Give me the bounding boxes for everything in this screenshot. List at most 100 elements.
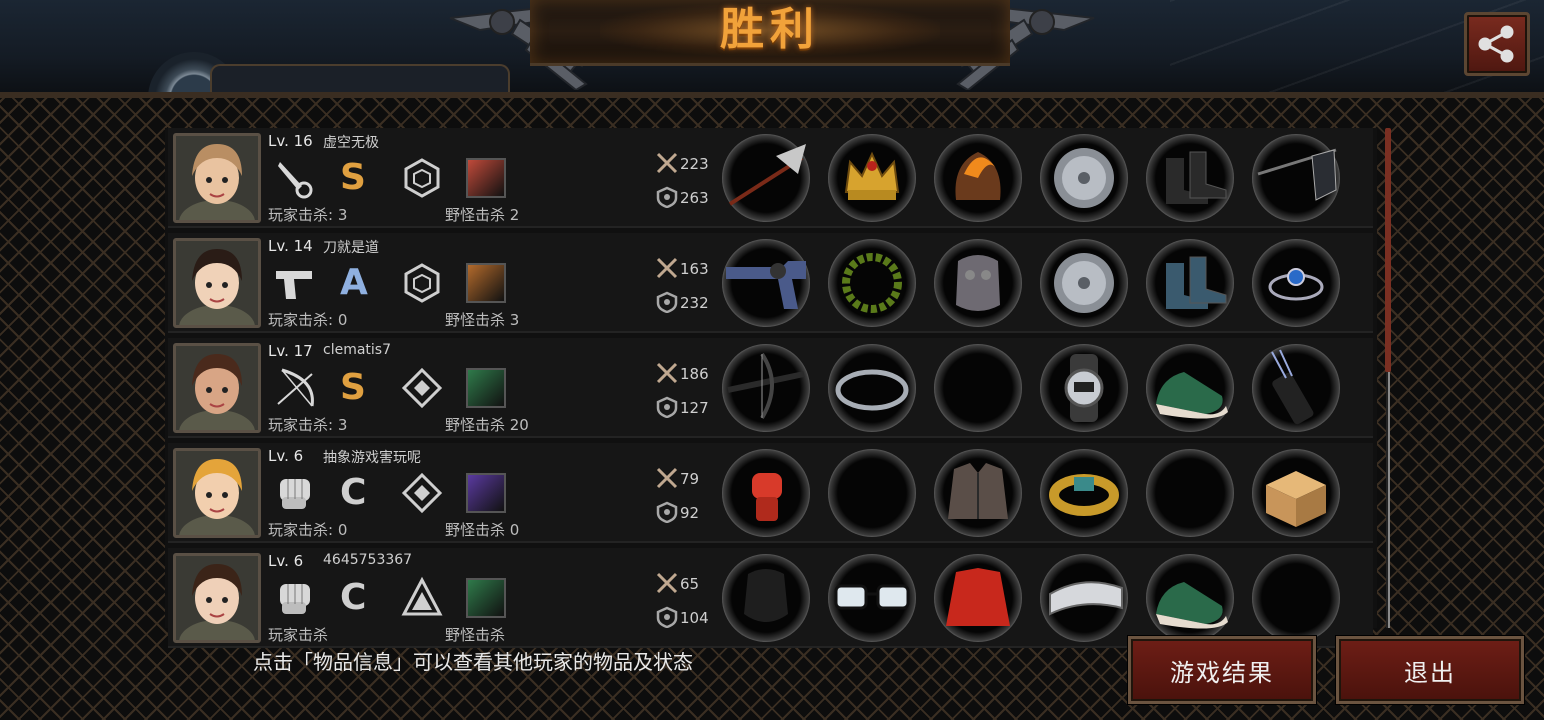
monster-kills: 野怪击杀 3 bbox=[445, 311, 520, 329]
item-slot[interactable] bbox=[828, 344, 916, 432]
item-slot[interactable] bbox=[934, 239, 1022, 327]
item-slot[interactable] bbox=[1146, 554, 1234, 642]
item-slot[interactable] bbox=[1252, 134, 1340, 222]
player-row[interactable]: Lv. 14 刀就是道 A 玩家击杀: 0 野怪击杀 3 163 232 bbox=[168, 233, 1373, 333]
victory-title: 胜利 bbox=[720, 4, 820, 55]
defense-value: 232 bbox=[680, 294, 709, 312]
sneakers-icon bbox=[1156, 372, 1228, 419]
diamond-rank-icon bbox=[401, 472, 443, 514]
player-row[interactable]: Lv. 6 4645753367 C 玩家击杀 野怪击杀 65 104 bbox=[168, 548, 1373, 648]
player-avatar[interactable] bbox=[173, 238, 261, 328]
exit-button[interactable]: 退出 bbox=[1336, 636, 1524, 704]
monster-portrait-icon bbox=[466, 263, 506, 303]
item-slot[interactable] bbox=[828, 134, 916, 222]
player-kills: 玩家击杀 bbox=[268, 626, 329, 644]
sapphire-bracelet-icon bbox=[1268, 268, 1324, 301]
defense-icon bbox=[656, 396, 678, 418]
share-icon bbox=[1478, 25, 1514, 63]
crossbow-icon bbox=[727, 352, 805, 420]
quiver-icon bbox=[1271, 349, 1314, 425]
item-slot[interactable] bbox=[828, 449, 916, 537]
player-level: Lv. 17 bbox=[268, 342, 313, 360]
hexagon-rank-icon bbox=[404, 158, 440, 198]
headband-icon bbox=[835, 369, 909, 411]
disc-icon bbox=[1054, 148, 1114, 208]
attack-icon bbox=[656, 467, 678, 489]
item-slot[interactable] bbox=[722, 449, 810, 537]
defense-icon bbox=[656, 501, 678, 523]
hint-text: 点击「物品信息」可以查看其他玩家的物品及状态 bbox=[253, 650, 693, 674]
item-slot[interactable] bbox=[722, 239, 810, 327]
item-slot[interactable] bbox=[1040, 344, 1128, 432]
grade-badge: S bbox=[340, 367, 366, 408]
item-slot[interactable] bbox=[934, 344, 1022, 432]
attack-value: 223 bbox=[680, 155, 709, 173]
defense-icon bbox=[656, 186, 678, 208]
item-slot[interactable] bbox=[1146, 449, 1234, 537]
item-slot[interactable] bbox=[1252, 239, 1340, 327]
red-fist-icon bbox=[752, 473, 782, 521]
defense-value: 127 bbox=[680, 399, 709, 417]
item-slot[interactable] bbox=[934, 134, 1022, 222]
item-slot[interactable] bbox=[1146, 344, 1234, 432]
player-row[interactable]: Lv. 16 虚空无极 S 玩家击杀: 3 野怪击杀 2 223 263 bbox=[168, 128, 1373, 228]
player-avatar[interactable] bbox=[173, 133, 261, 223]
black-glove-icon bbox=[744, 569, 788, 622]
attack-icon bbox=[656, 362, 678, 384]
triangle-rank-icon bbox=[401, 576, 443, 616]
game-result-button[interactable]: 游戏结果 bbox=[1128, 636, 1316, 704]
item-slot[interactable] bbox=[722, 554, 810, 642]
disc-icon bbox=[1054, 253, 1114, 313]
attack-icon bbox=[656, 152, 678, 174]
pistol-icon bbox=[276, 271, 312, 299]
player-avatar[interactable] bbox=[173, 553, 261, 643]
player-kills: 玩家击杀: 3 bbox=[268, 416, 348, 434]
player-kills: 玩家击杀: 0 bbox=[268, 521, 348, 539]
item-slot[interactable] bbox=[1252, 554, 1340, 642]
grade-badge: S bbox=[340, 157, 366, 198]
arm-guard-icon bbox=[1049, 581, 1123, 616]
defense-value: 263 bbox=[680, 189, 709, 207]
item-slot[interactable] bbox=[1040, 554, 1128, 642]
combat-boots-icon bbox=[1166, 151, 1227, 204]
player-avatar[interactable] bbox=[173, 343, 261, 433]
item-slot[interactable] bbox=[1040, 449, 1128, 537]
item-slot[interactable] bbox=[722, 134, 810, 222]
diamond-rank-icon bbox=[401, 367, 443, 409]
player-level: Lv. 6 bbox=[268, 447, 304, 465]
monster-portrait-icon bbox=[466, 158, 506, 198]
player-level: Lv. 6 bbox=[268, 552, 304, 570]
player-avatar[interactable] bbox=[173, 448, 261, 538]
attack-value: 163 bbox=[680, 260, 709, 278]
player-row[interactable]: Lv. 6 抽象游戏害玩呢 C 玩家击杀: 0 野怪击杀 0 79 92 bbox=[168, 443, 1373, 543]
player-row[interactable]: Lv. 17 clematis7 S 玩家击杀: 3 野怪击杀 20 186 127 bbox=[168, 338, 1373, 438]
scrollbar-thumb[interactable] bbox=[1385, 128, 1391, 372]
sneakers-icon bbox=[1156, 582, 1228, 629]
item-slot[interactable] bbox=[1252, 344, 1340, 432]
item-slot[interactable] bbox=[1252, 449, 1340, 537]
attack-icon bbox=[656, 257, 678, 279]
player-kills: 玩家击杀: 0 bbox=[268, 311, 348, 329]
player-name: clematis7 bbox=[323, 342, 391, 358]
item-slot[interactable] bbox=[1146, 134, 1234, 222]
attack-icon bbox=[656, 572, 678, 594]
grade-badge: A bbox=[340, 262, 368, 303]
item-slot[interactable] bbox=[1040, 134, 1128, 222]
monster-kills: 野怪击杀 0 bbox=[445, 521, 520, 539]
share-button[interactable] bbox=[1464, 12, 1530, 76]
halberd-icon bbox=[728, 144, 806, 206]
item-slot[interactable] bbox=[828, 554, 916, 642]
monster-kills: 野怪击杀 20 bbox=[445, 416, 529, 434]
item-slot[interactable] bbox=[934, 554, 1022, 642]
monster-portrait-icon bbox=[466, 578, 506, 618]
hexagon-rank-icon bbox=[404, 263, 440, 303]
item-slot[interactable] bbox=[934, 449, 1022, 537]
player-level: Lv. 14 bbox=[268, 237, 313, 255]
item-slot[interactable] bbox=[1146, 239, 1234, 327]
item-slot[interactable] bbox=[722, 344, 810, 432]
item-slot[interactable] bbox=[1040, 239, 1128, 327]
player-name: 刀就是道 bbox=[323, 240, 379, 256]
defense-value: 104 bbox=[680, 609, 709, 627]
watch-icon bbox=[1064, 354, 1104, 422]
item-slot[interactable] bbox=[828, 239, 916, 327]
